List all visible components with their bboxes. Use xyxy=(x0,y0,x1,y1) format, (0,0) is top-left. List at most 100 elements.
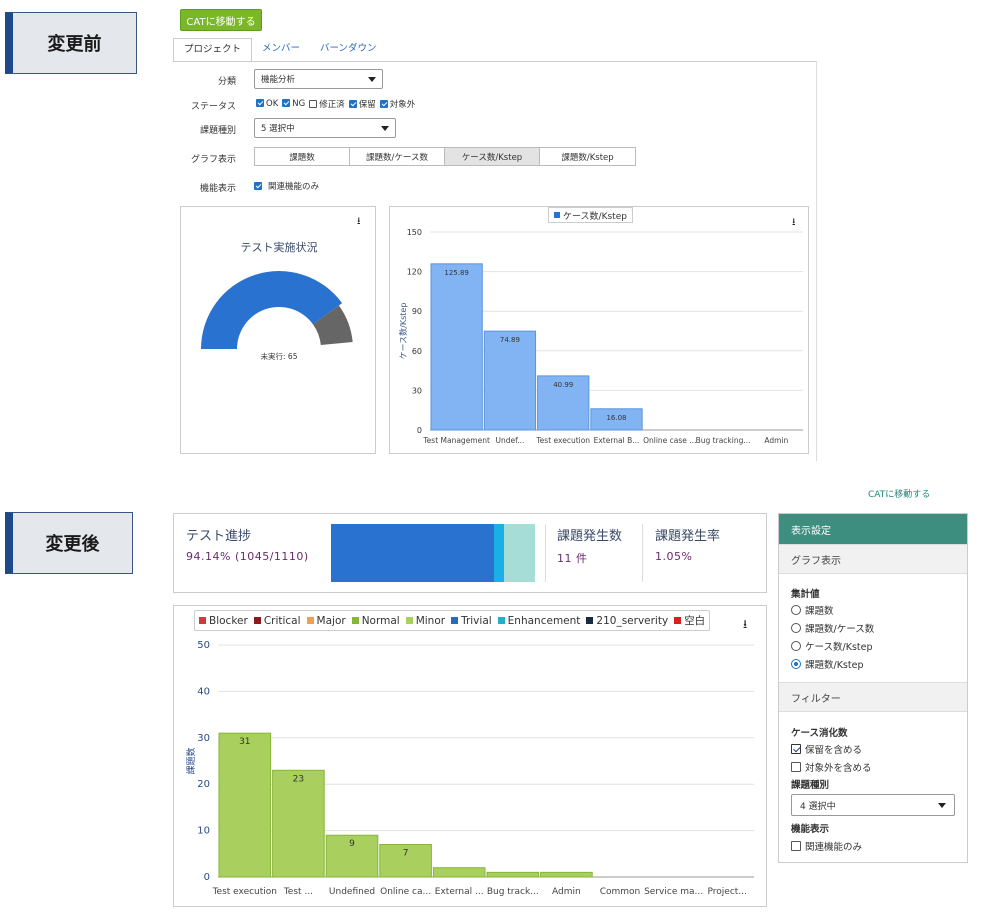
x-tick-label: Online case ... xyxy=(643,436,696,445)
status-checkboxes: OK NG 修正済 保留 対象外 xyxy=(256,98,415,110)
y-tick-label: 50 xyxy=(197,640,210,651)
after-legend: Blocker Critical Major Normal Minor Trivial En… xyxy=(194,610,711,631)
x-tick-label: Admin xyxy=(764,436,788,445)
agg-option-0[interactable]: 課題数 xyxy=(791,603,834,617)
gauge-label: 未実行: 65 xyxy=(260,352,298,361)
gauge-chart xyxy=(201,271,353,349)
tab-member[interactable]: メンバー xyxy=(252,38,310,62)
kadai-label: 課題種別 xyxy=(199,126,236,136)
bar[interactable] xyxy=(272,769,325,878)
kadai-value: 4 選択中 xyxy=(800,801,836,812)
legend-item-0[interactable]: Blocker xyxy=(199,615,248,627)
case-option-0[interactable]: 保留を含める xyxy=(791,742,862,756)
gauge-panel: ⭳ テスト実施状況 未実行: 65 xyxy=(180,206,376,454)
legend-item-label: Trivial xyxy=(461,614,492,627)
kadai-select[interactable]: 4 選択中 xyxy=(791,794,955,816)
y-tick-label: 60 xyxy=(412,347,422,356)
legend-item-3[interactable]: Normal xyxy=(351,614,400,627)
bar-value-label: 7 xyxy=(403,849,409,859)
legend-item-label: Minor xyxy=(415,614,446,627)
issue-count-title: 課題発生数 xyxy=(557,529,623,544)
agg-option-label: ケース数/Kstep xyxy=(805,642,873,653)
bar[interactable] xyxy=(486,871,540,878)
legend-item-6[interactable]: Enhancement xyxy=(497,614,581,627)
cat-move-link[interactable]: CATに移動する xyxy=(868,487,930,500)
legend-item-label: Blocker xyxy=(209,614,248,627)
checkbox-icon xyxy=(791,744,801,754)
legend-item-4[interactable]: Minor xyxy=(405,614,446,627)
kinou-checkbox[interactable]: 関連機能のみ xyxy=(791,839,862,853)
before-label: 変更前 xyxy=(5,12,137,74)
y-axis-label: ケース数/Kstep xyxy=(398,303,408,360)
bar[interactable] xyxy=(540,871,593,878)
bunrui-select[interactable]: 機能分析 xyxy=(254,69,383,89)
status-option-0[interactable]: OK xyxy=(256,99,278,109)
checkbox-icon xyxy=(791,762,801,772)
kinou-checkbox[interactable]: 関連機能のみ xyxy=(254,180,319,192)
bar[interactable] xyxy=(483,330,537,431)
case-option-label: 保留を含める xyxy=(805,745,863,756)
graph-option-3[interactable]: 課題数/Kstep xyxy=(540,148,635,165)
agg-option-1[interactable]: 課題数/ケース数 xyxy=(791,621,874,635)
status-option-1[interactable]: NG xyxy=(282,99,305,109)
checkbox-icon xyxy=(254,182,262,190)
legend-item-1[interactable]: Critical xyxy=(253,615,301,627)
legend-item-2[interactable]: Major xyxy=(306,615,346,627)
status-option-label: OK xyxy=(266,99,279,109)
legend-swatch xyxy=(451,616,459,624)
tab-project[interactable]: プロジェクト xyxy=(173,38,253,62)
bar[interactable] xyxy=(430,263,483,431)
tab-burndown[interactable]: バーンダウン xyxy=(310,38,387,62)
x-tick-label: Test Management xyxy=(422,436,490,445)
radio-icon xyxy=(791,605,801,615)
y-tick-label: 30 xyxy=(197,733,210,744)
legend-swatch xyxy=(674,617,682,624)
y-tick-label: 0 xyxy=(204,872,210,883)
graph-option-1[interactable]: 課題数/ケース数 xyxy=(350,148,445,165)
issue-count-value: 11 件 xyxy=(557,552,588,565)
bar[interactable] xyxy=(432,867,486,878)
kadai-select[interactable]: 5 選択中 xyxy=(254,118,396,138)
bar-value-label: 16.08 xyxy=(606,414,626,422)
legend-swatch xyxy=(586,616,594,624)
after-chart-panel: ⭳ 0 10 20 30 40 50 31 Test execution 23 Test ... 9… xyxy=(173,605,767,907)
kinou-option-label: 関連機能のみ xyxy=(805,842,863,853)
agg-option-3[interactable]: 課題数/Kstep xyxy=(791,657,863,671)
legend-item-8[interactable]: 空白 xyxy=(674,613,705,628)
issue-rate-title: 課題発生率 xyxy=(655,529,721,544)
kinou-label: 機能表示 xyxy=(199,184,236,194)
y-tick-label: 90 xyxy=(412,307,422,316)
bar-value-label: 23 xyxy=(293,774,304,784)
x-tick-label: Common xyxy=(600,887,641,897)
progress-title: テスト進捗 xyxy=(186,529,252,544)
x-tick-label: External ... xyxy=(435,887,484,897)
status-option-3[interactable]: 保留 xyxy=(348,98,376,110)
graph-toggle: 課題数 課題数/ケース数 ケース数/Kstep 課題数/Kstep xyxy=(254,147,636,166)
graph-option-2[interactable]: ケース数/Kstep xyxy=(445,148,540,165)
legend-item-7[interactable]: 210_serverity xyxy=(586,615,668,627)
status-label: ステータス xyxy=(190,102,236,112)
filter-section-header: フィルター xyxy=(779,682,967,712)
x-tick-label: Undefined xyxy=(329,887,375,897)
status-option-2[interactable]: 修正済 xyxy=(309,98,345,110)
progress-segment-0 xyxy=(331,524,495,582)
bar-value-label: 125.89 xyxy=(444,269,469,277)
status-option-4[interactable]: 対象外 xyxy=(379,98,416,110)
kinou-option-label: 関連機能のみ xyxy=(268,182,320,192)
x-tick-label: Admin xyxy=(552,887,581,897)
status-option-label: 対象外 xyxy=(389,100,416,110)
legend-item-label: Enhancement xyxy=(507,614,581,627)
agg-option-2[interactable]: ケース数/Kstep xyxy=(791,639,873,653)
y-tick-label: 0 xyxy=(417,426,422,435)
legend-item-5[interactable]: Trivial xyxy=(451,615,492,627)
divider xyxy=(545,524,546,582)
graph-section-header: グラフ表示 xyxy=(779,544,967,574)
case-label: ケース消化数 xyxy=(791,728,848,739)
progress-bar xyxy=(331,524,535,582)
graph-option-0[interactable]: 課題数 xyxy=(255,148,350,165)
bar[interactable] xyxy=(218,732,272,878)
case-option-1[interactable]: 対象外を含める xyxy=(791,760,872,774)
bar-value-label: 74.89 xyxy=(500,336,520,344)
cat-move-button[interactable]: CATに移動する xyxy=(180,9,262,31)
legend-item-label: Normal xyxy=(361,614,400,627)
